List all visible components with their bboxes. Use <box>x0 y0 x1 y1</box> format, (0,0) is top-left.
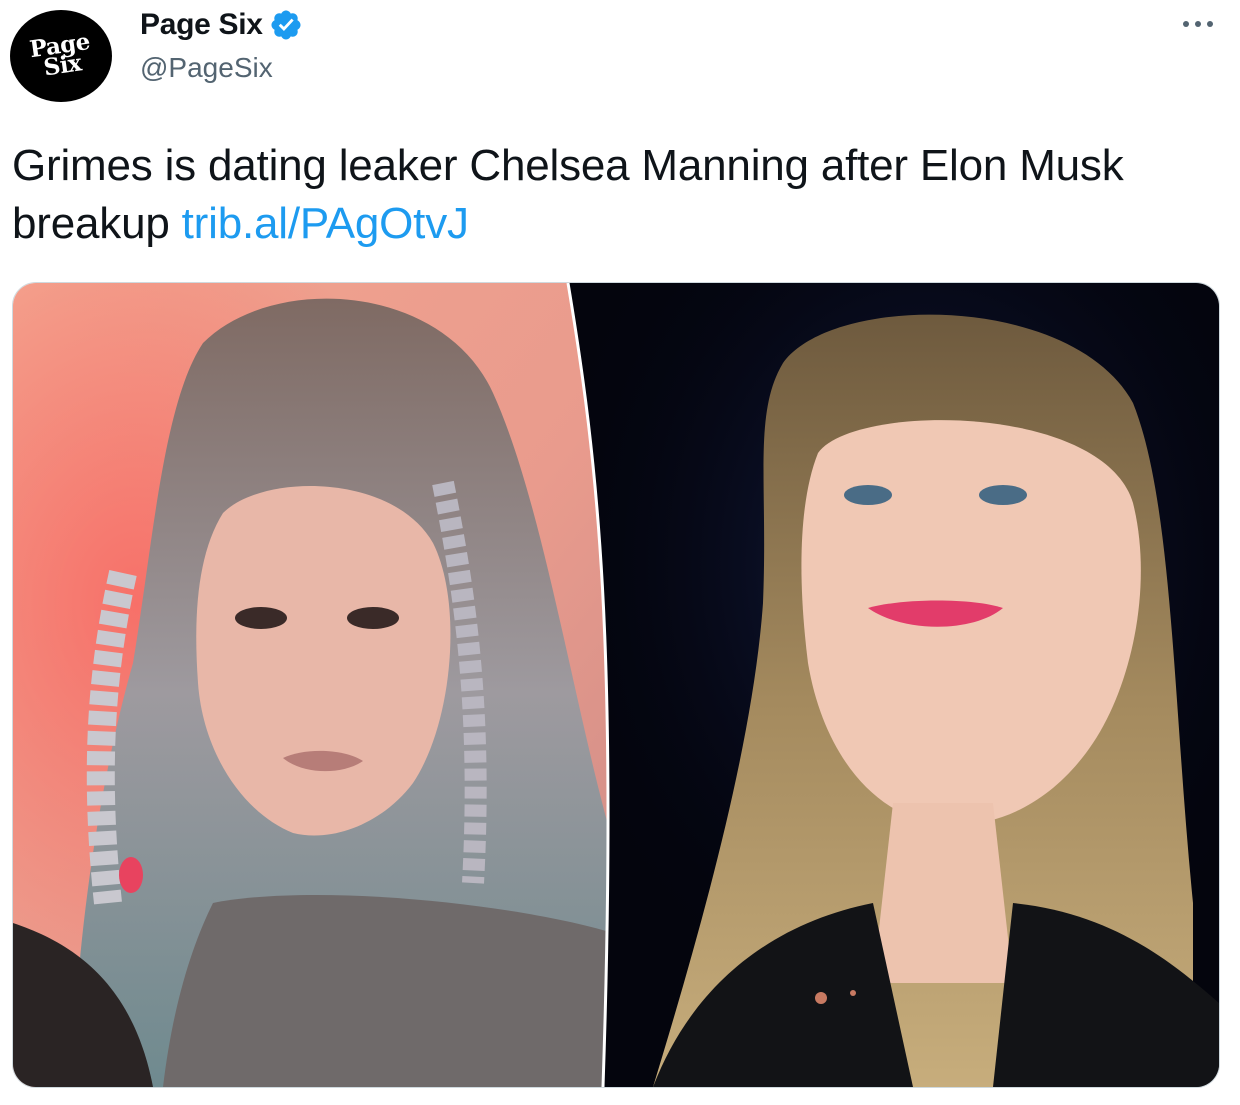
tweet-text: Grimes is dating leaker Chelsea Manning … <box>12 137 1202 253</box>
display-name[interactable]: Page Six <box>140 8 263 42</box>
avatar[interactable]: Page Six <box>10 10 112 102</box>
more-options-icon[interactable] <box>1180 14 1216 34</box>
left-photo <box>13 283 633 1087</box>
tweet-body-text: Grimes is dating leaker Chelsea Manning … <box>12 141 1124 248</box>
media-collage <box>13 283 1219 1087</box>
tweet-media-image[interactable] <box>12 282 1220 1088</box>
right-photo <box>568 283 1219 1087</box>
account-name-row: Page Six <box>140 8 303 42</box>
account-handle[interactable]: @PageSix <box>140 52 273 84</box>
verified-badge-icon <box>269 8 303 42</box>
avatar-logo-text: Page Six <box>27 28 92 82</box>
tweet-link[interactable]: trib.al/PAgOtvJ <box>182 199 469 248</box>
